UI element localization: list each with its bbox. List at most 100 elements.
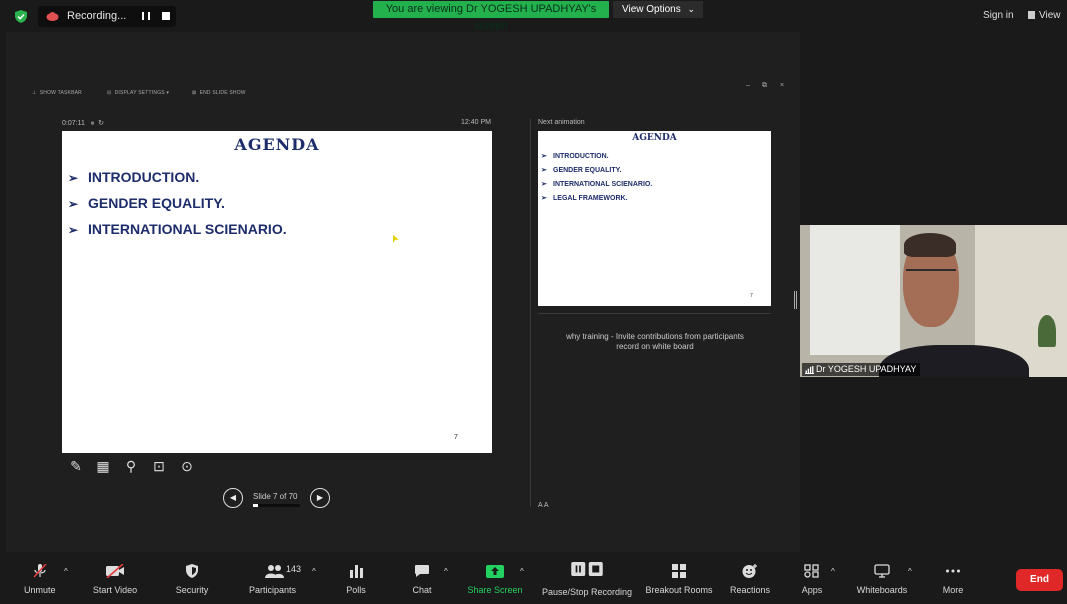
close-icon[interactable]: × xyxy=(780,82,784,89)
next-animation-label: Next animation xyxy=(538,119,585,126)
reactions-smiley-icon xyxy=(742,564,757,578)
participant-name: Dr YOGESH UPADHYAY xyxy=(816,364,917,374)
next-slide-page-number: 7 xyxy=(750,293,753,299)
view-label: View xyxy=(1039,10,1061,21)
reset-timer-icon[interactable]: ↻ xyxy=(98,120,104,127)
slide-progress-bar xyxy=(253,504,300,507)
chat-options-chevron-icon[interactable]: ^ xyxy=(444,567,448,576)
apps-options-chevron-icon[interactable]: ^ xyxy=(831,567,835,576)
notes-line: record on white board xyxy=(616,342,694,351)
breakout-rooms-label: Breakout Rooms xyxy=(645,585,713,595)
minimize-icon[interactable]: – xyxy=(746,82,750,89)
breakout-rooms-button[interactable]: Breakout Rooms xyxy=(642,552,716,604)
video-person-glasses xyxy=(906,269,956,279)
slide-bullet: ➢ INTRODUCTION. xyxy=(68,169,200,185)
pause-stop-recording-button[interactable]: Pause/Stop Recording xyxy=(538,552,636,604)
apps-icon xyxy=(804,564,819,578)
more-options-icon[interactable]: ⊙ xyxy=(179,458,195,474)
meeting-controls-toolbar: ^ Unmute Start Video Security 143 ^ Part… xyxy=(0,552,1067,604)
participant-video-tile[interactable]: Dr YOGESH UPADHYAY xyxy=(800,225,1067,377)
participant-name-label: Dr YOGESH UPADHYAY xyxy=(802,363,921,376)
bullet-arrow-icon: ➢ xyxy=(68,223,79,237)
pause-recording-icon[interactable] xyxy=(142,12,150,20)
chat-bubble-icon xyxy=(415,565,429,577)
next-slide-bullet-list: ➢ INTRODUCTION. ➢ GENDER EQUALITY. ➢ INTERN… xyxy=(541,152,652,208)
clock: 12:40 PM xyxy=(461,119,491,126)
view-button[interactable]: View xyxy=(1028,10,1061,21)
security-label: Security xyxy=(175,585,209,595)
screen-icon[interactable]: ⊡ xyxy=(151,458,167,474)
bullet-arrow-icon: ➢ xyxy=(68,197,79,211)
polls-button[interactable]: Polls xyxy=(337,552,375,604)
next-slide-button[interactable]: ▶ xyxy=(310,488,330,508)
next-slide-preview: AGENDA ➢ INTRODUCTION. ➢ GENDER EQUALITY. … xyxy=(538,131,771,306)
more-button[interactable]: More xyxy=(934,552,972,604)
pause-stop-recording-label: Pause/Stop Recording xyxy=(541,587,633,597)
reactions-button[interactable]: Reactions xyxy=(725,552,775,604)
audio-options-chevron-icon[interactable]: ^ xyxy=(64,567,68,576)
notes-divider[interactable] xyxy=(538,313,771,314)
end-slide-show-button[interactable]: ⊠ END SLIDE SHOW xyxy=(192,90,246,96)
zoom-icon[interactable]: ⚲ xyxy=(123,458,139,474)
slide-progress-fill xyxy=(253,504,258,507)
notes-font-size-controls[interactable]: A A xyxy=(538,502,549,509)
more-dots-icon xyxy=(946,569,960,573)
next-slide-bullet: ➢ LEGAL FRAMEWORK. xyxy=(541,195,628,202)
unmute-button[interactable]: ^ Unmute xyxy=(14,552,70,604)
current-slide[interactable]: AGENDA ➢ INTRODUCTION. ➢ GENDER EQUALITY. … xyxy=(62,131,492,453)
pen-icon[interactable]: ✎ xyxy=(68,458,84,474)
top-bar: Recording... You are viewing Dr YOGESH U… xyxy=(0,0,1067,32)
start-video-button[interactable]: Start Video xyxy=(86,552,144,604)
show-taskbar-button[interactable]: ⊥ SHOW TASKBAR xyxy=(32,90,82,96)
sign-in-link[interactable]: Sign in xyxy=(983,10,1014,21)
mouse-cursor-icon xyxy=(393,235,399,243)
end-meeting-button[interactable]: End xyxy=(1016,569,1063,591)
apps-button[interactable]: ^ Apps xyxy=(795,552,843,604)
see-all-slides-icon[interactable]: ▦ xyxy=(95,458,111,474)
pause-timer-icon[interactable]: ⏸ xyxy=(91,120,95,127)
participants-options-chevron-icon[interactable]: ^ xyxy=(312,567,316,576)
shared-screen: ⊥ SHOW TASKBAR ⊟ DISPLAY SETTINGS ▾ ⊠ EN… xyxy=(6,32,800,552)
security-button[interactable]: Security xyxy=(166,552,218,604)
apps-label: Apps xyxy=(801,585,823,595)
polls-icon xyxy=(350,565,363,578)
share-options-chevron-icon[interactable]: ^ xyxy=(520,567,524,576)
participants-button[interactable]: 143 ^ Participants xyxy=(244,552,324,604)
whiteboards-button[interactable]: ^ Whiteboards xyxy=(852,552,922,604)
whiteboards-label: Whiteboards xyxy=(856,585,908,595)
muted-microphone-icon xyxy=(33,564,47,578)
whiteboard-icon xyxy=(874,564,890,578)
unmute-label: Unmute xyxy=(24,585,56,595)
next-slide-bullet: ➢ GENDER EQUALITY. xyxy=(541,167,622,174)
notes-line: why training - Invite contributions from… xyxy=(566,332,744,341)
view-layout-icon xyxy=(1028,11,1035,19)
speaker-notes: why training - Invite contributions from… xyxy=(540,332,770,352)
share-screen-button[interactable]: ^ Share Screen xyxy=(466,552,530,604)
polls-label: Polls xyxy=(346,585,366,595)
elapsed-time: 0:07:11 xyxy=(62,120,85,127)
pane-divider[interactable] xyxy=(530,119,531,507)
stop-recording-icon[interactable] xyxy=(162,12,170,20)
whiteboards-options-chevron-icon[interactable]: ^ xyxy=(908,567,912,576)
view-options-button[interactable]: View Options ⌄ xyxy=(613,1,703,18)
start-video-label: Start Video xyxy=(92,585,138,595)
previous-slide-button[interactable]: ◀ xyxy=(223,488,243,508)
display-settings-button[interactable]: ⊟ DISPLAY SETTINGS ▾ xyxy=(107,90,169,96)
more-label: More xyxy=(942,585,964,595)
video-off-icon xyxy=(106,564,124,578)
splitter-handle[interactable] xyxy=(794,291,797,309)
chat-button[interactable]: ^ Chat xyxy=(402,552,454,604)
slide-title: AGENDA xyxy=(234,135,320,154)
slide-page-number: 7 xyxy=(454,434,458,441)
elapsed-timer: 0:07:11 ⏸ ↻ xyxy=(62,119,104,128)
bullet-arrow-icon: ➢ xyxy=(541,167,547,174)
recording-label: Recording... xyxy=(67,10,127,22)
next-slide-bullet: ➢ INTRODUCTION. xyxy=(541,153,609,160)
video-person-hair xyxy=(904,233,956,257)
restore-icon[interactable]: ⧉ xyxy=(762,82,767,90)
participants-label: Participants xyxy=(249,585,297,595)
bullet-arrow-icon: ➢ xyxy=(541,195,547,202)
view-options-label: View Options xyxy=(622,4,681,15)
next-slide-bullet: ➢ INTERNATIONAL SCIENARIO. xyxy=(541,181,653,188)
slide-bullet: ➢ INTERNATIONAL SCIENARIO. xyxy=(68,221,287,237)
